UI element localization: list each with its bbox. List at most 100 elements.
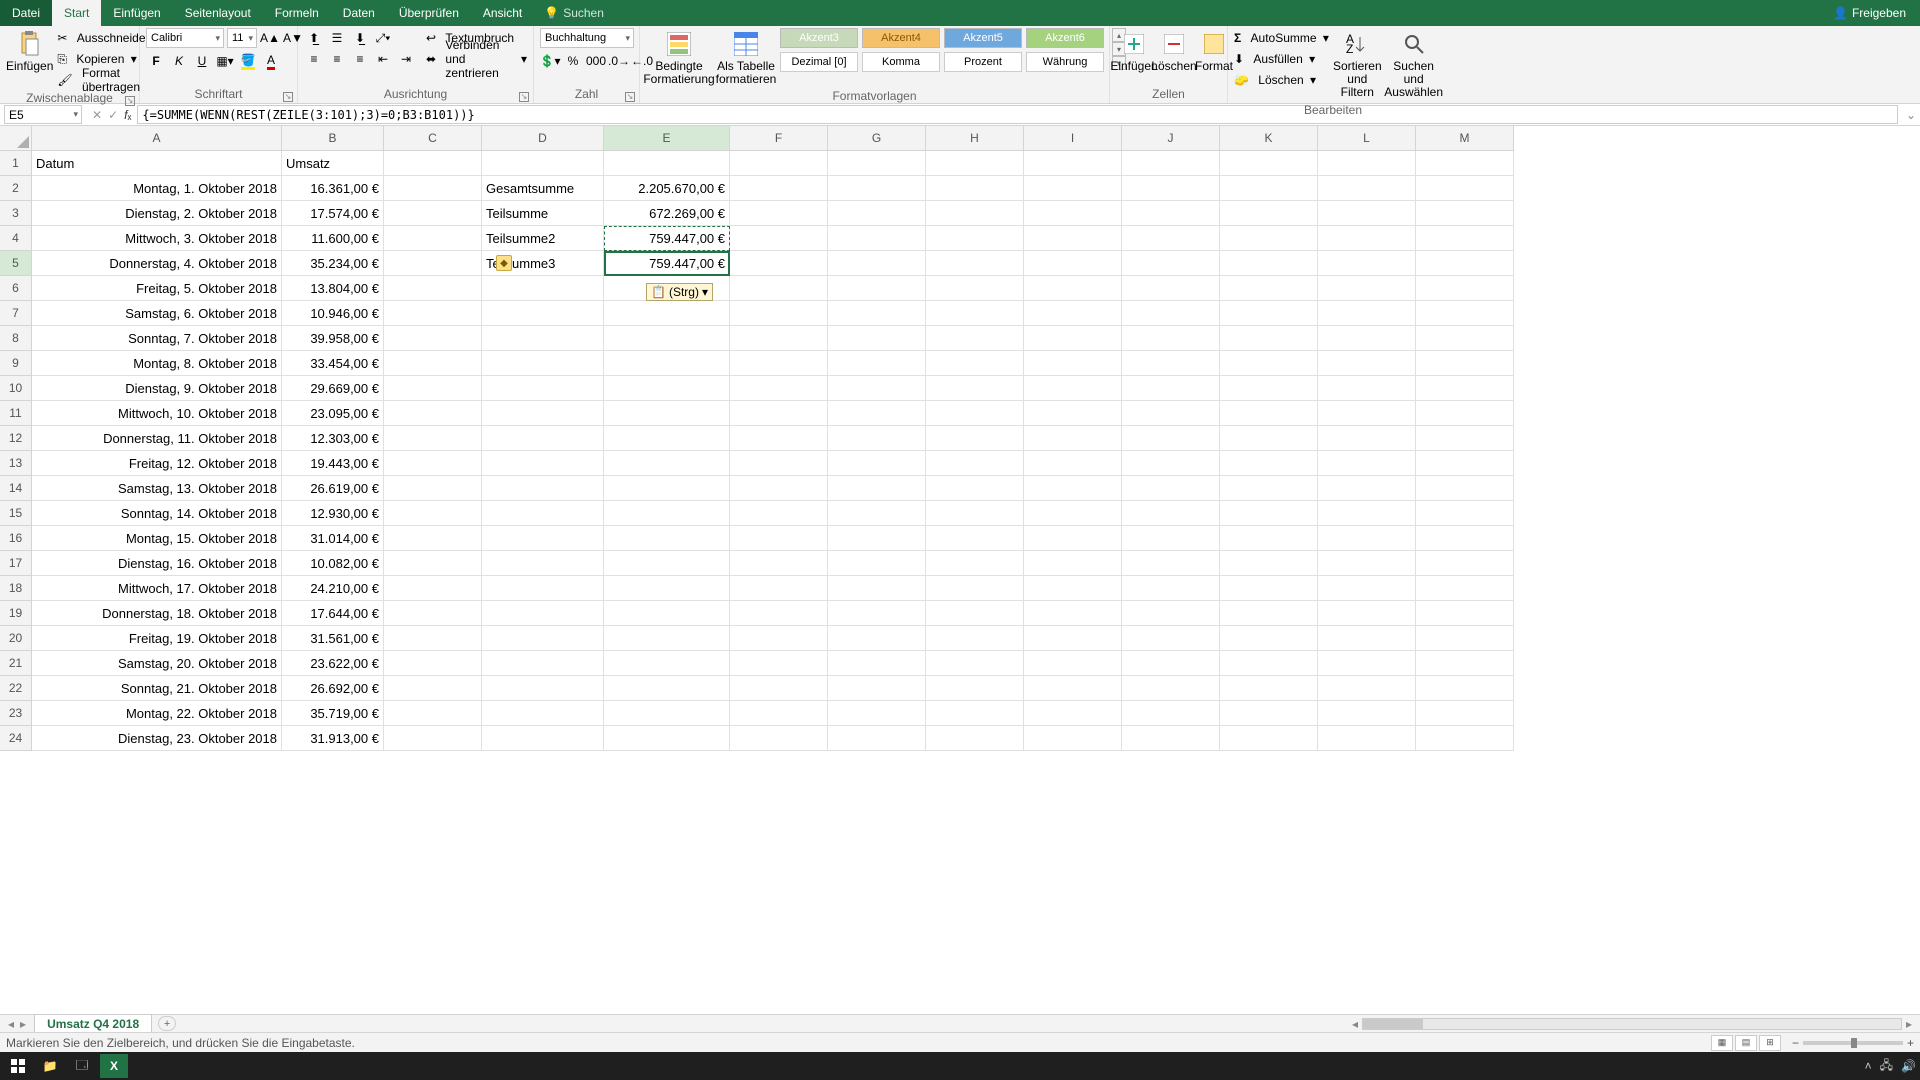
cell-J2[interactable]	[1122, 176, 1220, 201]
cell-F16[interactable]	[730, 526, 828, 551]
insert-function-button[interactable]: fₓ	[124, 108, 131, 122]
cell-A18[interactable]: Mittwoch, 17. Oktober 2018	[32, 576, 282, 601]
conditional-formatting-button[interactable]: Bedingte Formatierung	[646, 28, 712, 88]
cell-K12[interactable]	[1220, 426, 1318, 451]
cell-G10[interactable]	[828, 376, 926, 401]
style-sample-dezimal0[interactable]: Dezimal [0]	[780, 52, 858, 72]
tab-view[interactable]: Ansicht	[471, 0, 534, 26]
increase-decimal-button[interactable]: .0→	[609, 51, 629, 71]
cell-K15[interactable]	[1220, 501, 1318, 526]
cell-F4[interactable]	[730, 226, 828, 251]
indent-decrease-button[interactable]: ⇤	[373, 49, 393, 69]
cell-H6[interactable]	[926, 276, 1024, 301]
cell-B12[interactable]: 12.303,00 €	[282, 426, 384, 451]
cell-M9[interactable]	[1416, 351, 1514, 376]
cell-H22[interactable]	[926, 676, 1024, 701]
align-bottom-button[interactable]: ⬇̲	[350, 28, 370, 48]
cell-J3[interactable]	[1122, 201, 1220, 226]
cell-G7[interactable]	[828, 301, 926, 326]
cell-C10[interactable]	[384, 376, 482, 401]
cell-B5[interactable]: 35.234,00 €	[282, 251, 384, 276]
cell-C22[interactable]	[384, 676, 482, 701]
col-header-M[interactable]: M	[1416, 126, 1514, 151]
cell-M22[interactable]	[1416, 676, 1514, 701]
cell-G11[interactable]	[828, 401, 926, 426]
view-pagelayout-button[interactable]: ▤	[1735, 1035, 1757, 1051]
align-middle-button[interactable]: ☰	[327, 28, 347, 48]
tab-insert[interactable]: Einfügen	[101, 0, 172, 26]
cell-J8[interactable]	[1122, 326, 1220, 351]
cell-D16[interactable]	[482, 526, 604, 551]
font-name-combo[interactable]: Calibri	[146, 28, 224, 48]
cell-L13[interactable]	[1318, 451, 1416, 476]
cell-G3[interactable]	[828, 201, 926, 226]
cell-K19[interactable]	[1220, 601, 1318, 626]
cell-I21[interactable]	[1024, 651, 1122, 676]
cell-G24[interactable]	[828, 726, 926, 751]
cell-B19[interactable]: 17.644,00 €	[282, 601, 384, 626]
font-size-combo[interactable]: 11	[227, 28, 257, 48]
accounting-button[interactable]: 💲▾	[540, 51, 560, 71]
cell-M23[interactable]	[1416, 701, 1514, 726]
cell-L8[interactable]	[1318, 326, 1416, 351]
cell-I17[interactable]	[1024, 551, 1122, 576]
cell-E21[interactable]	[604, 651, 730, 676]
cell-I7[interactable]	[1024, 301, 1122, 326]
cell-L17[interactable]	[1318, 551, 1416, 576]
cell-A10[interactable]: Dienstag, 9. Oktober 2018	[32, 376, 282, 401]
cell-H12[interactable]	[926, 426, 1024, 451]
zoom-slider[interactable]	[1803, 1041, 1903, 1045]
cell-D7[interactable]	[482, 301, 604, 326]
cell-L2[interactable]	[1318, 176, 1416, 201]
cell-J18[interactable]	[1122, 576, 1220, 601]
cell-M14[interactable]	[1416, 476, 1514, 501]
cell-L19[interactable]	[1318, 601, 1416, 626]
cell-B24[interactable]: 31.913,00 €	[282, 726, 384, 751]
row-header-18[interactable]: 18	[0, 576, 32, 601]
cell-K22[interactable]	[1220, 676, 1318, 701]
cell-J16[interactable]	[1122, 526, 1220, 551]
cell-F9[interactable]	[730, 351, 828, 376]
cell-K8[interactable]	[1220, 326, 1318, 351]
cell-J10[interactable]	[1122, 376, 1220, 401]
row-header-4[interactable]: 4	[0, 226, 32, 251]
cell-I22[interactable]	[1024, 676, 1122, 701]
cell-A22[interactable]: Sonntag, 21. Oktober 2018	[32, 676, 282, 701]
zoom-out-button[interactable]: −	[1792, 1036, 1799, 1050]
cell-H2[interactable]	[926, 176, 1024, 201]
cell-B10[interactable]: 29.669,00 €	[282, 376, 384, 401]
cell-L23[interactable]	[1318, 701, 1416, 726]
style-chip-akzent5[interactable]: Akzent5	[944, 28, 1022, 48]
cell-F20[interactable]	[730, 626, 828, 651]
cell-A12[interactable]: Donnerstag, 11. Oktober 2018	[32, 426, 282, 451]
col-header-L[interactable]: L	[1318, 126, 1416, 151]
cell-E1[interactable]	[604, 151, 730, 176]
cell-K11[interactable]	[1220, 401, 1318, 426]
cell-A13[interactable]: Freitag, 12. Oktober 2018	[32, 451, 282, 476]
style-chip-akzent3[interactable]: Akzent3	[780, 28, 858, 48]
cell-D21[interactable]	[482, 651, 604, 676]
cell-H13[interactable]	[926, 451, 1024, 476]
row-header-13[interactable]: 13	[0, 451, 32, 476]
cell-G17[interactable]	[828, 551, 926, 576]
number-launcher[interactable]: ↘	[625, 92, 635, 102]
cell-H18[interactable]	[926, 576, 1024, 601]
cell-C8[interactable]	[384, 326, 482, 351]
cell-A3[interactable]: Dienstag, 2. Oktober 2018	[32, 201, 282, 226]
cell-D18[interactable]	[482, 576, 604, 601]
hscroll-track[interactable]	[1362, 1018, 1902, 1030]
cell-H9[interactable]	[926, 351, 1024, 376]
cell-L12[interactable]	[1318, 426, 1416, 451]
cell-C19[interactable]	[384, 601, 482, 626]
format-as-table-button[interactable]: Als Tabelle formatieren	[716, 28, 776, 88]
align-center-button[interactable]: ≡	[327, 49, 347, 69]
percent-button[interactable]: %	[563, 51, 583, 71]
cell-J19[interactable]	[1122, 601, 1220, 626]
cell-J22[interactable]	[1122, 676, 1220, 701]
cell-F6[interactable]	[730, 276, 828, 301]
cell-F5[interactable]	[730, 251, 828, 276]
cell-H5[interactable]	[926, 251, 1024, 276]
select-all-corner[interactable]	[0, 126, 32, 151]
cell-F13[interactable]	[730, 451, 828, 476]
clear-button[interactable]: 🧽 Löschen ▾	[1234, 70, 1329, 90]
